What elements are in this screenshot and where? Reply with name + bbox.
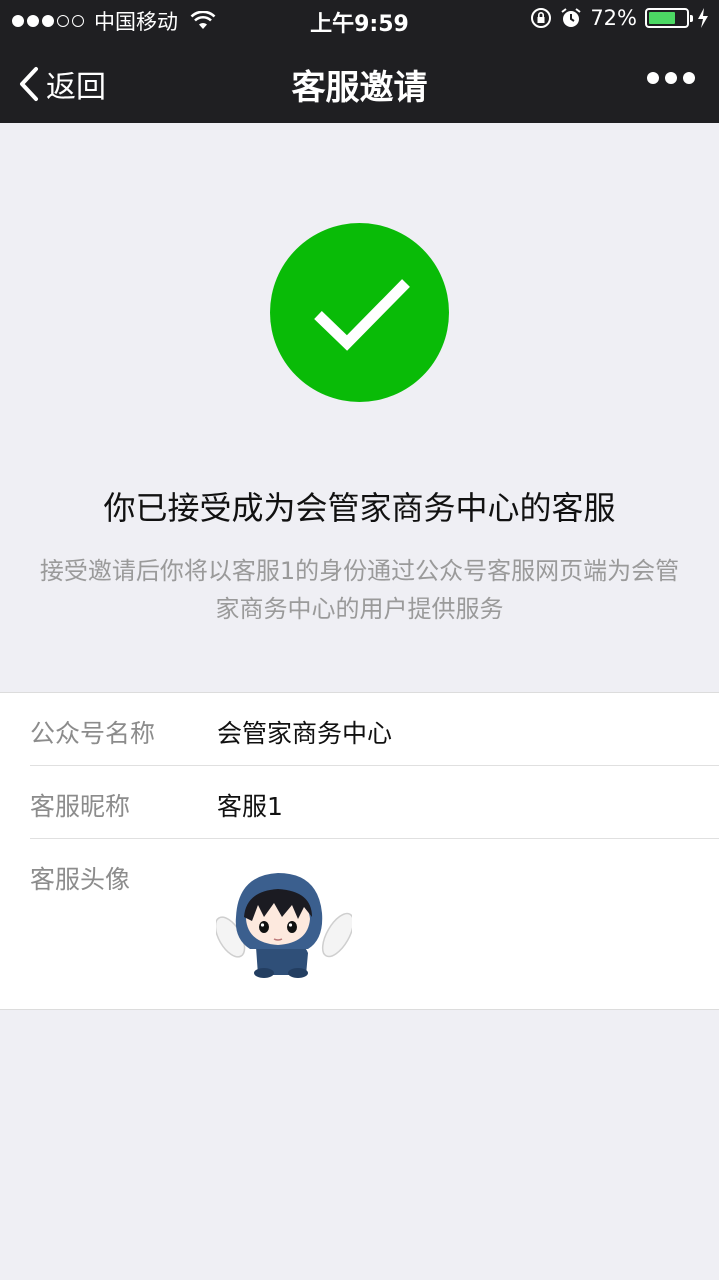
more-options-button[interactable] [647, 72, 695, 84]
more-dot-icon [665, 72, 677, 84]
success-check-icon [270, 223, 449, 402]
more-dot-icon [647, 72, 659, 84]
page-title: 客服邀请 [291, 68, 428, 108]
alarm-icon [561, 8, 581, 27]
result-description: 接受邀请后你将以客服1的身份通过公众号客服网页端为会管家商务中心的用户提供服务 [39, 557, 680, 623]
navigation-bar: 返回 客服邀请 [0, 40, 719, 123]
battery-percent: 72% [590, 6, 637, 30]
info-row-value: 会管家商务中心 [217, 719, 393, 748]
more-dot-icon [683, 72, 695, 84]
charging-bolt-icon [698, 8, 708, 28]
info-row-label: 客服头像 [30, 865, 131, 894]
orientation-lock-icon [531, 8, 552, 28]
row-divider [30, 765, 719, 766]
battery-icon [645, 8, 693, 28]
avatar [216, 873, 352, 978]
status-bar: 中国移动 上午9:59 72% [0, 0, 719, 40]
result-headline: 你已接受成为会管家商务中心的客服 [103, 489, 616, 527]
info-row-label: 公众号名称 [30, 719, 156, 748]
row-divider [30, 838, 719, 839]
info-row-value: 客服1 [217, 792, 283, 821]
invitation-info-card: 公众号名称 会管家商务中心 客服昵称 客服1 客服头像 [0, 692, 719, 1010]
info-row-label: 客服昵称 [30, 792, 131, 821]
